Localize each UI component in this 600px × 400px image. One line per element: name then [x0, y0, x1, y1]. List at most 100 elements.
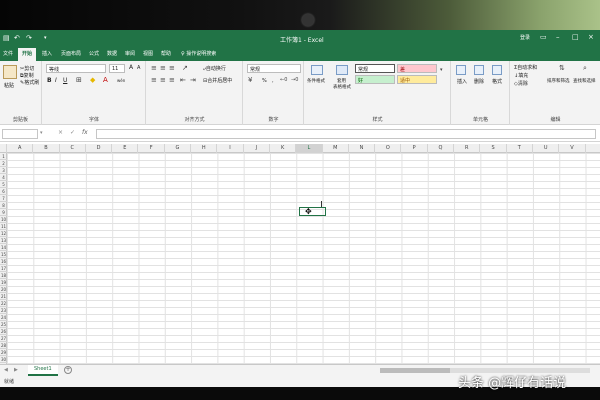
formula-input[interactable]	[96, 129, 596, 139]
align-bottom-icon[interactable]: ≡	[169, 65, 175, 72]
paste-button[interactable]: 粘贴	[4, 82, 14, 89]
shrink-font-button[interactable]: A	[137, 65, 140, 71]
enter-icon[interactable]: ✓	[70, 129, 75, 136]
row-header[interactable]: 17	[0, 265, 7, 272]
align-left-icon[interactable]: ≡	[151, 77, 157, 84]
row-header[interactable]: 20	[0, 286, 7, 293]
column-header[interactable]: H	[191, 144, 218, 153]
row-header[interactable]: 16	[0, 258, 7, 265]
orientation-icon[interactable]: ↗	[182, 65, 188, 72]
row-header[interactable]: 14	[0, 244, 7, 251]
close-button[interactable]: ×	[588, 33, 594, 41]
increase-indent-icon[interactable]: ⇥	[190, 77, 196, 84]
quick-access-dropdown-icon[interactable]: ▾	[44, 34, 47, 42]
conditional-format-button[interactable]: 条件格式	[307, 78, 325, 84]
find-select-button[interactable]: 查找和选择	[573, 78, 596, 84]
row-header[interactable]: 5	[0, 181, 7, 188]
row-header[interactable]: 6	[0, 188, 7, 195]
cell-area[interactable]: ✥	[7, 153, 600, 364]
phonetic-button[interactable]: wén	[117, 78, 125, 83]
underline-button[interactable]: U	[63, 77, 67, 84]
column-header[interactable]: I	[217, 144, 244, 153]
style-neutral[interactable]: 适中	[397, 75, 437, 84]
column-header[interactable]: G	[165, 144, 192, 153]
column-header[interactable]: L	[296, 144, 323, 153]
row-header[interactable]: 30	[0, 356, 7, 363]
column-header[interactable]: F	[139, 144, 165, 153]
tab-view[interactable]: 视图	[143, 50, 153, 57]
comma-button[interactable]: ,	[272, 78, 274, 84]
row-header[interactable]: 7	[0, 195, 7, 202]
align-right-icon[interactable]: ≡	[169, 77, 175, 84]
currency-icon[interactable]: ¥	[248, 77, 252, 84]
row-header[interactable]: 11	[0, 223, 7, 230]
number-format-select[interactable]: 常规	[247, 64, 301, 73]
style-good[interactable]: 好	[355, 75, 395, 84]
column-header[interactable]: M	[323, 144, 349, 153]
align-middle-icon[interactable]: ≡	[160, 65, 166, 72]
row-header[interactable]: 28	[0, 342, 7, 349]
styles-more-icon[interactable]: ▾	[440, 67, 443, 74]
row-header[interactable]: 23	[0, 307, 7, 314]
row-header[interactable]: 22	[0, 300, 7, 307]
add-sheet-button[interactable]: +	[64, 366, 72, 374]
format-table-icon[interactable]	[336, 65, 348, 75]
row-header[interactable]: 1	[0, 153, 7, 160]
row-header[interactable]: 18	[0, 272, 7, 279]
tab-help[interactable]: 帮助	[161, 50, 171, 57]
row-header[interactable]: 29	[0, 349, 7, 356]
column-header[interactable]: O	[375, 144, 402, 153]
row-header[interactable]: 26	[0, 328, 7, 335]
align-top-icon[interactable]: ≡	[151, 65, 157, 72]
row-header[interactable]: 19	[0, 279, 7, 286]
cut-button[interactable]: ✂剪切	[20, 65, 34, 72]
tab-page-layout[interactable]: 页面布局	[61, 50, 81, 57]
column-header[interactable]: P	[402, 144, 428, 153]
paste-icon[interactable]	[3, 65, 17, 79]
ribbon-display-icon[interactable]: ▭	[540, 33, 547, 41]
format-painter-button[interactable]: ✎格式刷	[20, 79, 39, 86]
column-header[interactable]: E	[112, 144, 139, 153]
column-header[interactable]: J	[244, 144, 270, 153]
row-header[interactable]: 15	[0, 251, 7, 258]
sheet-tab-sheet1[interactable]: Sheet1	[28, 365, 58, 376]
row-header[interactable]: 27	[0, 335, 7, 342]
conditional-format-icon[interactable]	[311, 65, 323, 75]
row-header[interactable]: 21	[0, 293, 7, 300]
grow-font-button[interactable]: A	[129, 64, 133, 71]
tab-data[interactable]: 数据	[107, 50, 117, 57]
row-header[interactable]: 2	[0, 160, 7, 167]
sort-filter-button[interactable]: 排序和筛选	[547, 78, 570, 84]
row-header[interactable]: 10	[0, 216, 7, 223]
font-size-select[interactable]: 11	[109, 64, 125, 73]
font-name-select[interactable]: 等线	[46, 64, 106, 73]
format-cells-button[interactable]: 格式	[492, 78, 502, 85]
column-header[interactable]: B	[33, 144, 60, 153]
increase-decimal-icon[interactable]: ←0	[280, 77, 287, 84]
row-header[interactable]: 24	[0, 314, 7, 321]
tell-me-search[interactable]: ♀ 操作说明搜索	[181, 50, 216, 57]
italic-button[interactable]: I	[55, 77, 57, 84]
fill-color-icon[interactable]: ◆	[90, 77, 95, 84]
scrollbar-thumb[interactable]	[380, 368, 450, 373]
row-header[interactable]: 3	[0, 167, 7, 174]
sheet-next-icon[interactable]: ▶	[14, 367, 18, 373]
insert-function-icon[interactable]: fx	[82, 129, 88, 136]
column-header[interactable]: Q	[428, 144, 455, 153]
fill-button[interactable]: ↓填充	[514, 72, 528, 79]
cancel-icon[interactable]: ×	[58, 129, 63, 136]
column-header[interactable]: D	[86, 144, 113, 153]
decrease-indent-icon[interactable]: ⇤	[180, 77, 186, 84]
maximize-button[interactable]: □	[572, 33, 579, 41]
tab-file[interactable]: 文件	[3, 50, 13, 57]
style-normal[interactable]: 常规	[355, 64, 395, 73]
align-center-icon[interactable]: ≡	[160, 77, 166, 84]
insert-cells-button[interactable]: 插入	[457, 78, 467, 85]
login-link[interactable]: 登录	[520, 34, 530, 41]
tab-insert[interactable]: 插入	[42, 50, 52, 57]
borders-icon[interactable]: ⊞	[76, 77, 82, 84]
tab-review[interactable]: 审阅	[125, 50, 135, 57]
merge-center-button[interactable]: ⊟合并后居中	[203, 77, 232, 84]
decrease-decimal-icon[interactable]: →0	[291, 77, 298, 84]
percent-button[interactable]: %	[262, 78, 267, 84]
